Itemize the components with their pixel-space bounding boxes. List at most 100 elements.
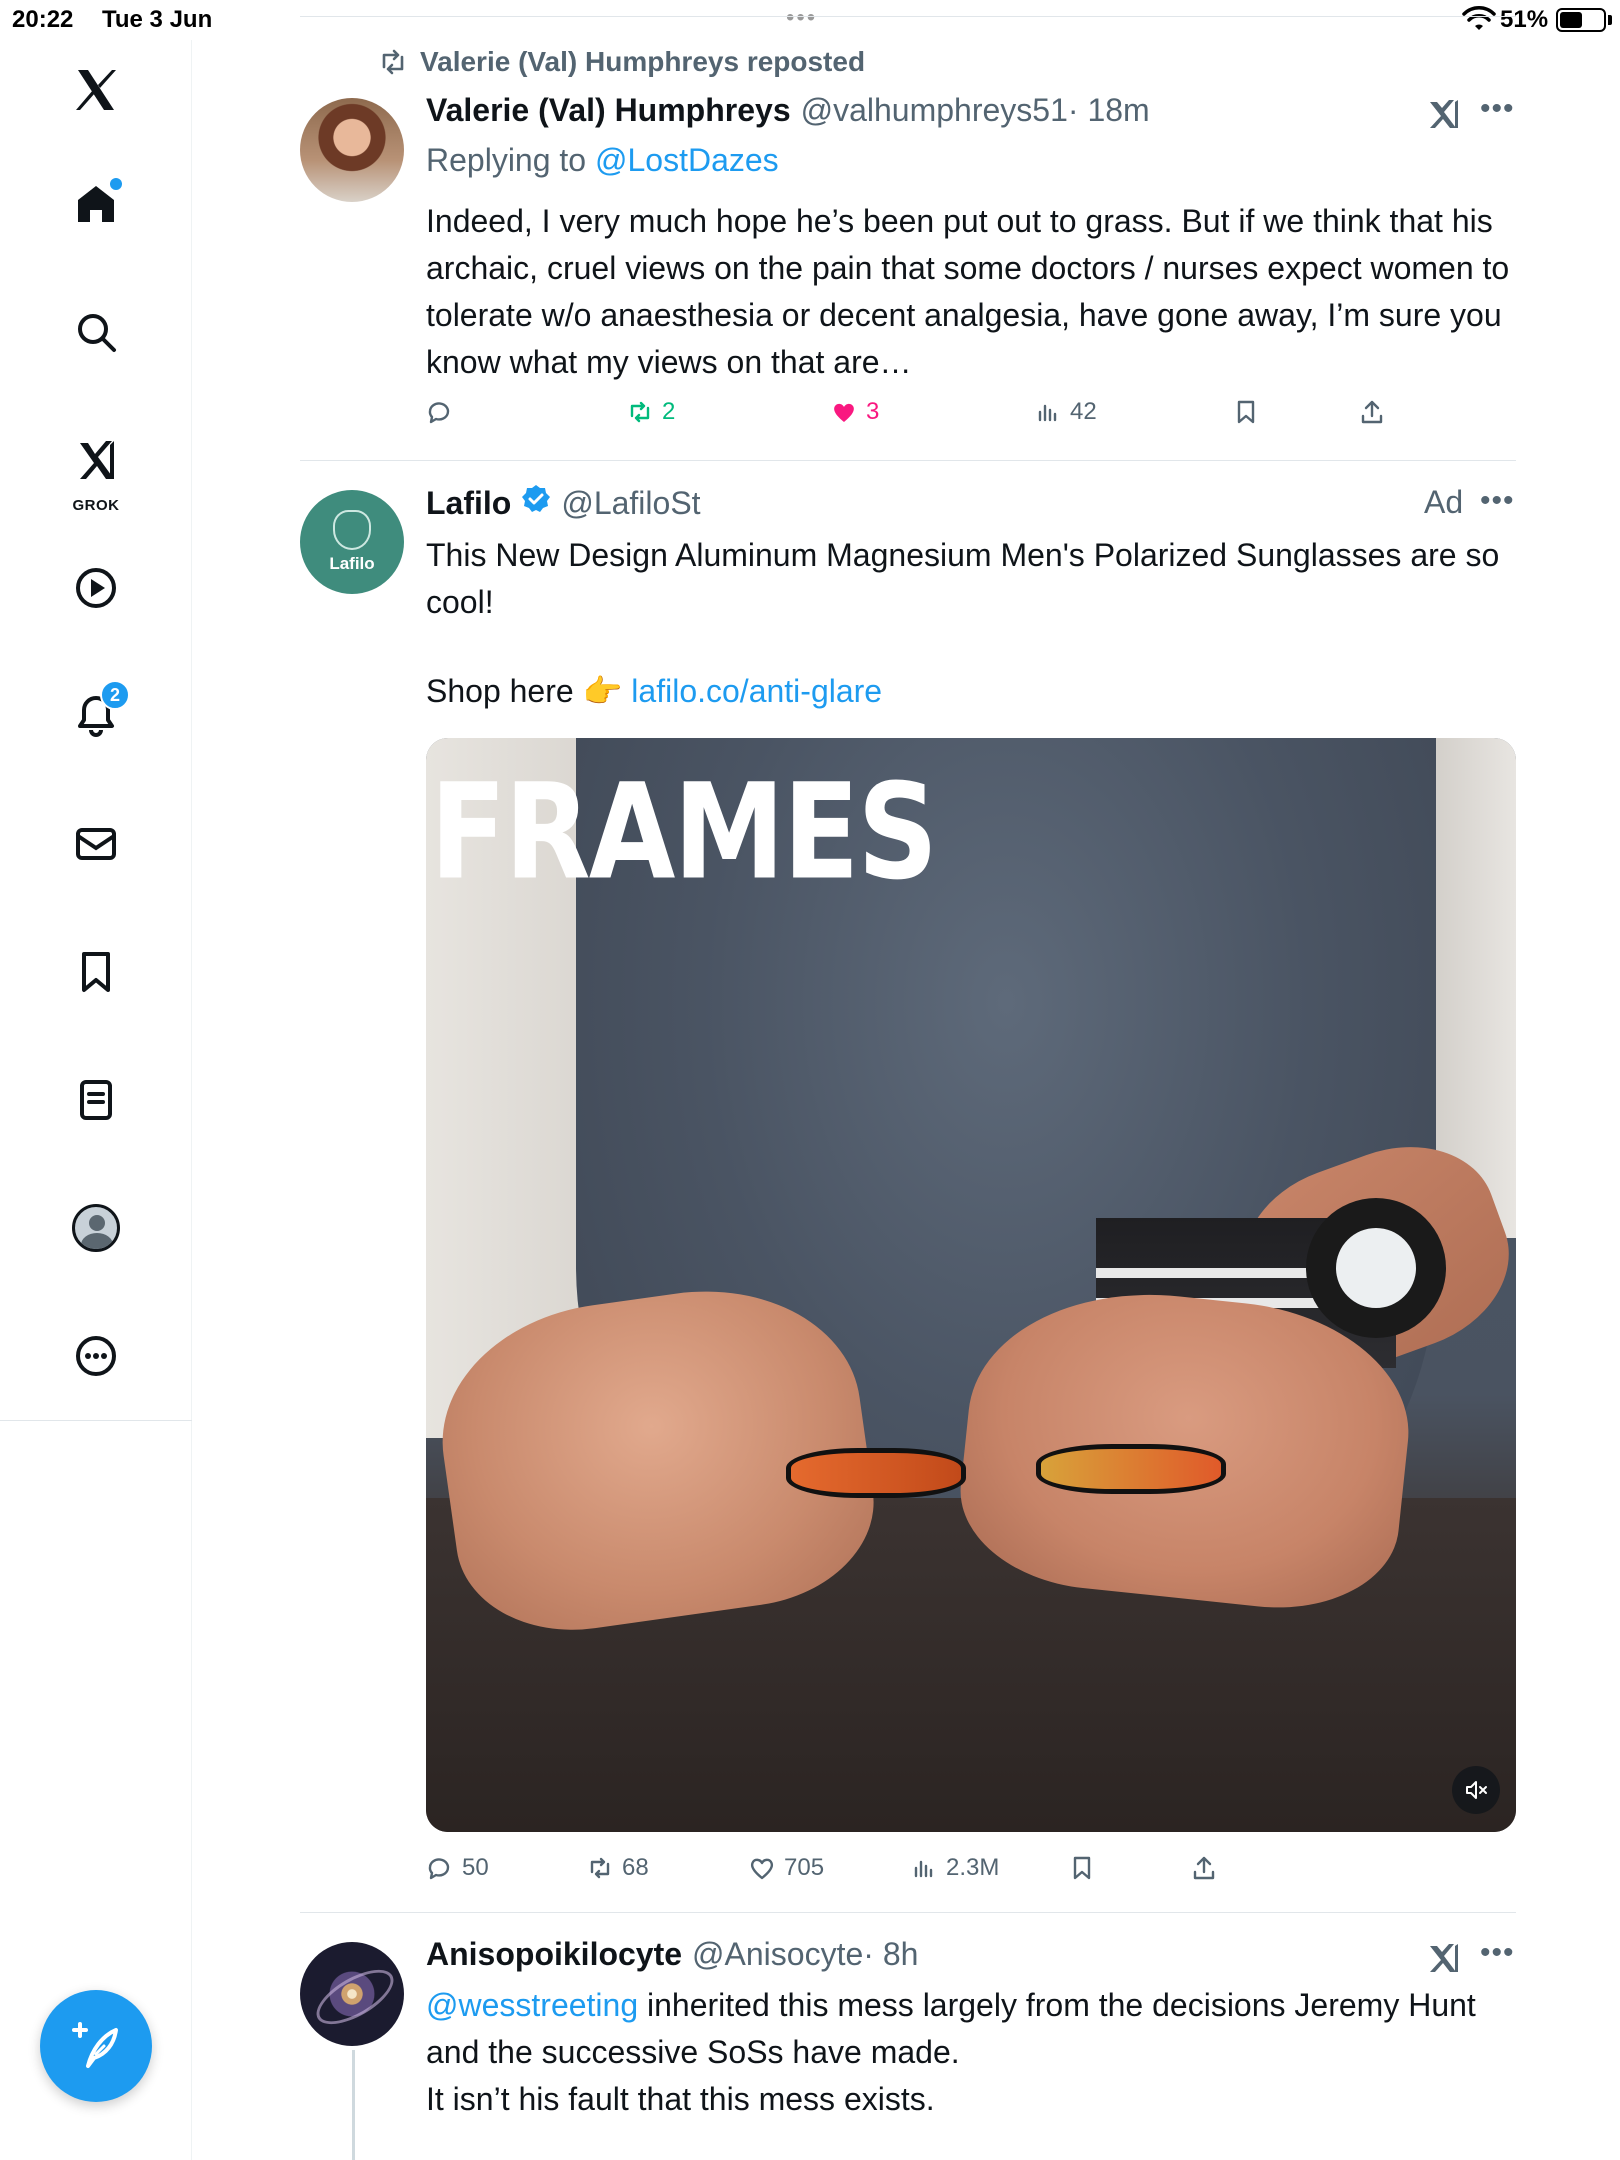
compose-post-button[interactable] (40, 1990, 152, 2102)
sidebar-item-messages[interactable] (56, 804, 136, 884)
grok-explain-icon[interactable] (1426, 96, 1462, 132)
sidebar-divider (0, 1420, 192, 1421)
more-options-icon[interactable]: ••• (1480, 92, 1515, 126)
reply-mention-link[interactable]: @LostDazes (595, 142, 779, 178)
sidebar-item-profile[interactable] (56, 1188, 136, 1268)
battery-icon (1556, 8, 1606, 32)
sidebar-item-videos[interactable] (56, 548, 136, 628)
video-caption: FRAMES (430, 756, 938, 910)
sidebar-item-bookmarks[interactable] (56, 932, 136, 1012)
home-unread-dot (110, 178, 122, 190)
play-circle-icon (76, 568, 116, 608)
heart-filled-icon (834, 403, 854, 422)
views-chart-icon (914, 1860, 933, 1878)
sidebar: GROK 2 (0, 40, 192, 2160)
tweet-divider (300, 1912, 1516, 1913)
repost-button[interactable]: 68 (586, 1854, 649, 1882)
speaker-muted-icon (1466, 1781, 1487, 1799)
like-count: 3 (866, 398, 880, 425)
status-time: 20:22 (12, 6, 74, 33)
replying-prefix: Replying to (426, 142, 595, 178)
bookmark-icon (1073, 1856, 1091, 1880)
share-icon (1193, 1856, 1215, 1880)
grok-label: GROK (72, 497, 120, 514)
repost-count: 2 (662, 398, 676, 425)
views-button[interactable]: 42 (1034, 398, 1097, 426)
avatar[interactable] (300, 1942, 404, 2046)
bookmark-button[interactable] (1232, 398, 1260, 426)
repost-button[interactable]: 2 (626, 398, 675, 426)
bookmark-icon (1237, 400, 1255, 424)
lafilo-logo-icon (333, 510, 371, 550)
shop-link[interactable]: lafilo.co/anti-glare (631, 673, 882, 709)
author-name[interactable]: Lafilo (426, 485, 511, 522)
repost-icon (590, 1857, 610, 1879)
grok-icon (80, 441, 114, 479)
reply-count: 50 (462, 1854, 489, 1881)
author-name[interactable]: Anisopoikilocyte (426, 1936, 682, 1973)
more-options-icon[interactable]: ••• (1480, 484, 1515, 518)
status-date: Tue 3 Jun (102, 6, 213, 33)
avatar[interactable]: Lafilo (300, 490, 404, 594)
author-handle[interactable]: @valhumphreys51 (801, 92, 1068, 129)
repost-count: 68 (622, 1854, 649, 1881)
reply-button[interactable] (426, 398, 462, 426)
bookmark-button[interactable] (1068, 1854, 1096, 1882)
feather-plus-icon (72, 2022, 118, 2068)
author-name[interactable]: Valerie (Val) Humphreys (426, 92, 791, 129)
author-handle[interactable]: @Anisocyte (692, 1936, 863, 1973)
sidebar-item-lists[interactable] (56, 1060, 136, 1140)
like-button[interactable]: 3 (830, 398, 879, 426)
tweet-text: Indeed, I very much hope he’s been put o… (426, 203, 1510, 380)
share-icon (1361, 400, 1383, 424)
sidebar-item-notifications[interactable]: 2 (56, 676, 136, 756)
tweet-text: This New Design Aluminum Magnesium Men's… (426, 537, 1500, 620)
envelope-icon (76, 828, 116, 860)
share-button[interactable] (1190, 1854, 1218, 1882)
grok-explain-icon[interactable] (1426, 1940, 1462, 1976)
sunglasses (786, 1438, 1226, 1508)
tweet-actions: 2 3 42 (426, 398, 1426, 438)
timeline: Valerie (Val) Humphreys reposted Valerie… (300, 0, 1516, 2160)
top-divider (300, 16, 1516, 17)
tweet-time[interactable]: · 18m (1068, 92, 1150, 129)
tweet-actions: 50 68 705 2.3M (426, 1854, 1426, 1894)
profile-avatar (72, 1204, 120, 1252)
ad-video[interactable]: FRAMES (426, 738, 1516, 1832)
verified-badge-icon (522, 485, 551, 512)
sidebar-item-grok[interactable]: GROK (56, 420, 136, 520)
repost-icon (630, 401, 650, 423)
reply-button[interactable]: 50 (426, 1854, 489, 1882)
search-icon (78, 314, 116, 352)
bookmark-icon (82, 952, 110, 992)
like-count: 705 (784, 1854, 825, 1881)
tweet-time[interactable]: · 8h (863, 1936, 918, 1973)
views-count: 2.3M (946, 1854, 1000, 1881)
views-count: 42 (1070, 398, 1097, 425)
tweet-text-line2: It isn’t his fault that this mess exists… (426, 2081, 935, 2117)
sidebar-item-home[interactable] (56, 164, 136, 244)
mention-link[interactable]: @wesstreeting (426, 1987, 638, 2023)
sidebar-item-more[interactable] (56, 1316, 136, 1396)
avatar-text: Lafilo (329, 554, 375, 573)
repost-indicator[interactable]: Valerie (Val) Humphreys reposted (378, 46, 865, 78)
x-logo-icon[interactable] (56, 50, 136, 130)
list-document-icon (80, 1080, 112, 1120)
author-handle[interactable]: @LafiloSt (561, 485, 700, 522)
wristwatch (1306, 1198, 1446, 1338)
views-chart-icon (1038, 404, 1057, 422)
repost-label: Valerie (Val) Humphreys reposted (420, 46, 866, 77)
views-button[interactable]: 2.3M (910, 1854, 999, 1882)
more-circle-icon (76, 1336, 116, 1376)
mute-button[interactable] (1452, 1766, 1500, 1814)
more-options-icon[interactable]: ••• (1480, 1936, 1515, 1970)
avatar[interactable] (300, 98, 404, 202)
tweet-divider (300, 460, 1516, 461)
sidebar-item-explore[interactable] (56, 292, 136, 372)
like-button[interactable]: 705 (748, 1854, 824, 1882)
notification-badge: 2 (100, 680, 130, 710)
share-button[interactable] (1358, 398, 1386, 426)
heart-icon (750, 1858, 774, 1880)
shop-prefix: Shop here 👉 (426, 673, 632, 709)
repost-icon (382, 49, 404, 75)
